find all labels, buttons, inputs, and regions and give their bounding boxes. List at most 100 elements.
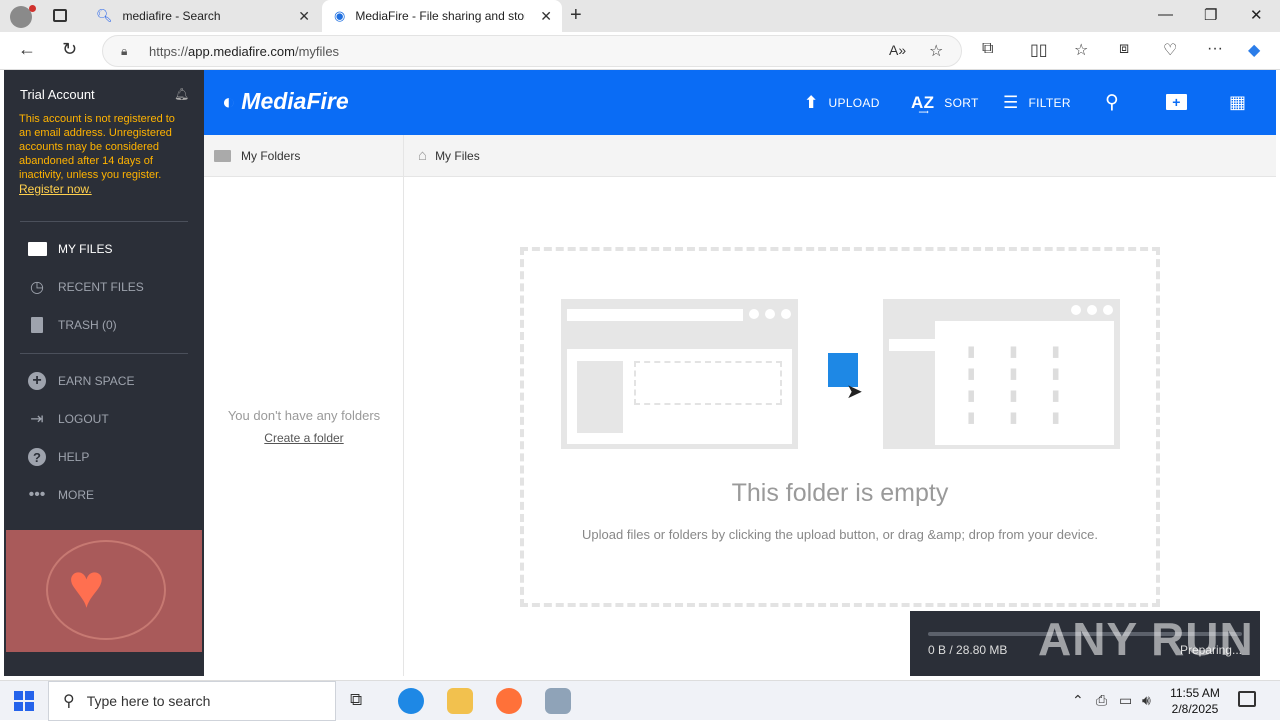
create-folder-link[interactable]: Create a folder [204, 431, 404, 445]
breadcrumb-my-files[interactable]: My Files [435, 149, 480, 163]
home-icon[interactable]: ⌂ [418, 147, 427, 164]
file-manager-illustration: ▮▮▮ ▮▮▮ ▮▮▮ ▮▮▮ [883, 299, 1120, 449]
tab-label: MediaFire - File sharing and stora [355, 9, 526, 23]
volume-icon[interactable]: 🔊︎ [1142, 692, 1151, 709]
address-bar: ← ↻ 🔒︎ https://app.mediafire.com/myfiles… [0, 32, 1280, 70]
browser-illustration [561, 299, 798, 449]
tab-actions-icon[interactable] [53, 9, 67, 22]
search-icon: 🔍︎ [96, 8, 113, 23]
account-title: Trial Account [20, 87, 95, 102]
sidebar-item-earn-space[interactable]: + EARN SPACE [26, 371, 134, 391]
files-pane: ⌂ My Files ➤ ▮▮▮ ▮▮▮ ▮▮▮ ▮▮▮ This folder is… [404, 135, 1276, 676]
back-icon[interactable]: ← [18, 39, 36, 60]
logout-icon: ⇥ [30, 411, 44, 428]
copilot-icon[interactable]: ◆ [1248, 40, 1260, 60]
divider [20, 221, 188, 222]
sidebar-item-logout[interactable]: ⇥ LOGOUT [26, 409, 108, 429]
new-folder-button[interactable]: + [1166, 92, 1197, 112]
read-aloud-icon[interactable]: A» [889, 42, 906, 58]
sidebar-item-recent-files[interactable]: ◷ RECENT FILES [26, 277, 144, 297]
divider [20, 353, 188, 354]
tab-search[interactable]: 🔍︎ mediafire - Search ✕ [84, 0, 320, 32]
favorite-star-icon[interactable]: ☆ [929, 41, 943, 61]
search-button[interactable]: ⚲ [1105, 91, 1129, 114]
account-warning: This account is not registered to an ema… [19, 113, 175, 196]
collections-icon[interactable]: ⧈ [1119, 40, 1129, 58]
task-view-icon[interactable]: ⧉ [350, 690, 362, 710]
flame-logo-icon: ◐ [222, 88, 236, 114]
sort-button[interactable]: A͢Z SORT [911, 93, 979, 113]
more-icon: ••• [28, 486, 46, 503]
close-window-icon[interactable]: ✕ [1250, 6, 1263, 24]
taskbar-search[interactable]: ⚲ Type here to search [48, 681, 336, 721]
sort-az-icon: A͢Z [911, 93, 935, 112]
sidebar-item-trash[interactable]: TRASH (0) [26, 315, 117, 335]
chevron-up-icon[interactable]: ⌃ [1072, 692, 1084, 709]
promo-ring [46, 540, 166, 640]
file-grid-icons: ▮▮▮ ▮▮▮ ▮▮▮ ▮▮▮ [967, 343, 1094, 426]
firefox-icon[interactable] [496, 688, 522, 714]
filter-button[interactable]: ☰ FILTER [1003, 93, 1071, 113]
drop-zone[interactable]: ➤ ▮▮▮ ▮▮▮ ▮▮▮ ▮▮▮ This folder is empty Uplo… [520, 247, 1160, 607]
upload-icon: ⬆ [804, 93, 819, 112]
upload-button[interactable]: ⬆ UPLOAD [804, 93, 880, 113]
favorites-icon[interactable]: ☆ [1074, 40, 1088, 60]
folder-icon [26, 239, 48, 259]
anyrun-watermark: ANY RUN [1038, 613, 1254, 665]
search-icon: ⚲ [1105, 92, 1120, 113]
usb-icon[interactable]: ⎙ [1096, 692, 1107, 709]
notification-dot-icon [29, 5, 36, 12]
cursor-icon: ➤ [846, 381, 863, 403]
mediafire-favicon-icon: ◉ [334, 8, 346, 23]
close-tab-icon[interactable]: ✕ [298, 8, 310, 25]
sidebar-item-my-files[interactable]: MY FILES [26, 239, 112, 259]
taskbar: ⚲ Type here to search ⧉ ⌃ ⎙ ▭ 🔊︎ 11:55 A… [0, 680, 1280, 721]
browser-tab-bar: 🔍︎ mediafire - Search ✕ ◉ MediaFire - Fi… [0, 0, 1280, 32]
filter-icon: ☰ [1003, 93, 1019, 112]
help-icon: ? [26, 447, 48, 467]
windows-start-icon[interactable] [14, 691, 34, 711]
network-icon[interactable]: ▭ [1119, 692, 1132, 709]
settings-more-icon[interactable]: ··· [1207, 40, 1223, 58]
tab-label: mediafire - Search [122, 9, 221, 23]
plus-circle-icon: + [26, 371, 48, 391]
upload-size-text: 0 B / 28.80 MB [928, 643, 1008, 657]
notification-icon[interactable] [1238, 691, 1256, 707]
heart-icon: ♥ [68, 552, 105, 621]
split-screen-icon[interactable]: ▯▯ [1030, 40, 1048, 60]
url-text: https://app.mediafire.com/myfiles [149, 44, 340, 59]
folders-header[interactable]: My Folders [204, 135, 403, 177]
trash-icon [26, 315, 48, 335]
tab-mediafire[interactable]: ◉ MediaFire - File sharing and stora ✕ [322, 0, 562, 32]
clock-icon: ◷ [30, 279, 44, 296]
new-folder-icon: + [1166, 92, 1187, 112]
sidebar: Trial Account 🔔︎ This account is not reg… [4, 70, 204, 676]
url-field[interactable]: 🔒︎ https://app.mediafire.com/myfiles A» … [102, 35, 962, 67]
lock-icon: 🔒︎ [121, 44, 128, 58]
sidebar-item-help[interactable]: ? HELP [26, 447, 89, 467]
sidebar-item-more[interactable]: ••• MORE [26, 485, 94, 505]
no-folders-text: You don't have any folders [227, 408, 381, 423]
edge-browser-icon[interactable] [398, 688, 424, 714]
app-header: ◐ MediaFire ⬆ UPLOAD A͢Z SORT ☰ FILTER ⚲… [204, 70, 1276, 135]
refresh-icon[interactable]: ↻ [62, 39, 77, 60]
grid-view-button[interactable]: ▦ [1229, 92, 1256, 113]
search-icon: ⚲ [63, 693, 75, 710]
promo-banner[interactable]: ♥ [6, 530, 202, 652]
folders-pane: My Folders You don't have any folders Cr… [204, 135, 404, 676]
close-tab-icon[interactable]: ✕ [540, 8, 552, 25]
empty-folder-subtitle: Upload files or folders by clicking the … [582, 527, 1098, 542]
app-window-icon[interactable] [545, 688, 571, 714]
empty-folder-title: This folder is empty [731, 479, 949, 507]
new-tab-icon[interactable]: + [570, 4, 582, 27]
minimize-icon[interactable]: — [1158, 6, 1173, 23]
taskbar-clock[interactable]: 11:55 AM 2/8/2025 [1160, 685, 1230, 717]
file-explorer-icon[interactable] [447, 688, 473, 714]
mediafire-logo[interactable]: ◐ MediaFire [222, 88, 349, 115]
extensions-icon[interactable]: ⧉ [982, 40, 993, 58]
register-link[interactable]: Register now. [19, 182, 92, 196]
breadcrumb: ⌂ My Files [404, 135, 1276, 177]
browser-essentials-icon[interactable]: ♡ [1163, 40, 1177, 60]
bell-icon[interactable]: 🔔︎ [174, 87, 189, 101]
restore-icon[interactable]: ❐ [1204, 6, 1217, 24]
